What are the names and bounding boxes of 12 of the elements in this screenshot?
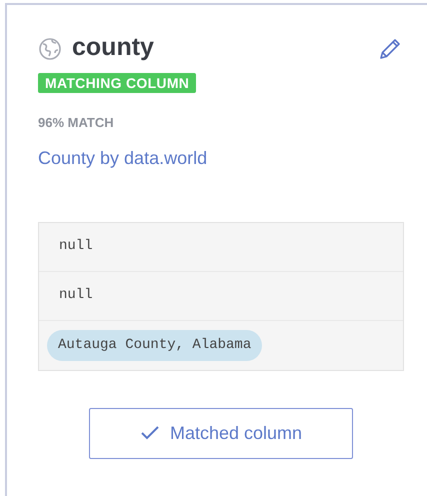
checkmark-icon bbox=[140, 425, 160, 441]
data-source-link[interactable]: County by data.world bbox=[38, 144, 385, 172]
table-cell-text: null bbox=[58, 286, 94, 305]
column-title: county bbox=[72, 35, 154, 63]
match-percentage: 96% MATCH bbox=[38, 114, 115, 132]
table-cell-text: null bbox=[58, 237, 94, 256]
pencil-icon bbox=[378, 37, 402, 61]
globe-icon bbox=[38, 37, 62, 61]
edit-button[interactable] bbox=[378, 37, 402, 61]
matching-column-badge: MATCHING COLUMN bbox=[38, 73, 196, 93]
matched-column-button[interactable]: Matched column bbox=[89, 408, 353, 458]
table-cell: Autauga County, Alabama bbox=[47, 330, 262, 360]
